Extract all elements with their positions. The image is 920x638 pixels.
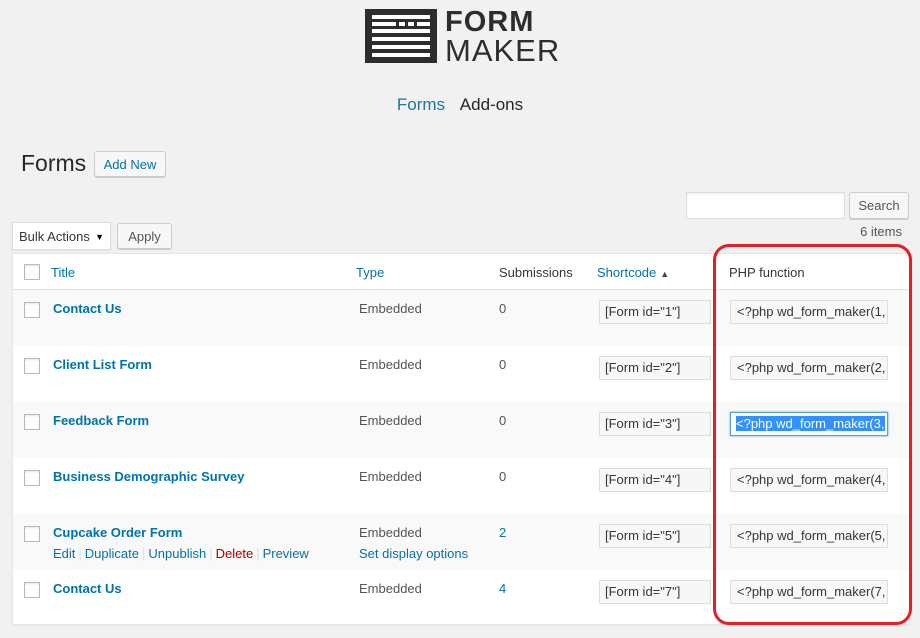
column-submissions: Submissions <box>499 265 573 280</box>
search-button[interactable]: Search <box>849 192 909 219</box>
form-maker-logo: FORM MAKER <box>365 6 565 68</box>
table-header: Title Type Submissions Shortcode ▲ PHP fu… <box>13 254 909 290</box>
form-title-link[interactable]: Client List Form <box>53 357 152 372</box>
shortcode-field[interactable]: [Form id="5"] <box>599 524 711 548</box>
submissions-link[interactable]: 2 <box>499 525 506 540</box>
row-checkbox[interactable] <box>24 470 40 486</box>
table-row: Contact Us Embedded 4 [Form id="7"] <?ph… <box>13 570 909 626</box>
caret-down-icon: ▼ <box>95 232 104 242</box>
row-checkbox[interactable] <box>24 358 40 374</box>
preview-link[interactable]: Preview <box>263 546 309 561</box>
apply-button[interactable]: Apply <box>117 223 172 249</box>
php-function-field[interactable]: <?php wd_form_maker(1, <box>730 300 888 324</box>
delete-link[interactable]: Delete <box>216 546 254 561</box>
form-title-link[interactable]: Contact Us <box>53 301 122 316</box>
separator: | <box>256 546 260 561</box>
set-display-options-link[interactable]: Set display options <box>359 546 468 561</box>
form-type: Embedded <box>359 301 422 316</box>
form-title-link[interactable]: Business Demographic Survey <box>53 469 244 484</box>
php-function-field[interactable]: <?php wd_form_maker(2, <box>730 356 888 380</box>
column-type[interactable]: Type <box>356 265 384 280</box>
submissions-count: 0 <box>499 469 507 484</box>
submissions-count: 0 <box>499 413 507 428</box>
shortcode-field[interactable]: [Form id="3"] <box>599 412 711 436</box>
shortcode-field[interactable]: [Form id="1"] <box>599 300 711 324</box>
submissions-count: 0 <box>499 301 507 316</box>
form-title-link[interactable]: Cupcake Order Form <box>53 525 182 540</box>
shortcode-field[interactable]: [Form id="4"] <box>599 468 711 492</box>
nav-forms[interactable]: Forms <box>397 95 445 115</box>
submissions-count: 0 <box>499 357 507 372</box>
row-checkbox[interactable] <box>24 526 40 542</box>
nav-addons[interactable]: Add-ons <box>460 95 523 115</box>
items-count: 6 items <box>860 224 902 239</box>
form-type: Embedded <box>359 525 422 540</box>
php-function-field[interactable]: <?php wd_form_maker(5, <box>730 524 888 548</box>
separator: | <box>209 546 213 561</box>
column-title[interactable]: Title <box>51 265 75 280</box>
row-actions: Edit | Duplicate | Unpublish | Delete | Preview <box>53 546 309 561</box>
bulk-actions-select[interactable]: Bulk Actions ▼ <box>12 222 111 250</box>
search-input[interactable] <box>686 192 845 219</box>
triangle-up-icon: ▲ <box>660 269 670 279</box>
form-type: Embedded <box>359 469 422 484</box>
column-php-function: PHP function <box>729 265 805 280</box>
row-checkbox[interactable] <box>24 302 40 318</box>
table-row: Client List Form Embedded 0 [Form id="2"… <box>13 346 909 402</box>
shortcode-field[interactable]: [Form id="2"] <box>599 356 711 380</box>
top-nav: Forms Add-ons <box>0 95 920 115</box>
unpublish-link[interactable]: Unpublish <box>148 546 206 561</box>
bulk-actions-label: Bulk Actions <box>19 228 90 244</box>
table-row: Business Demographic Survey Embedded 0 [… <box>13 458 909 514</box>
edit-link[interactable]: Edit <box>53 546 75 561</box>
php-function-field[interactable]: <?php wd_form_maker(4, <box>730 468 888 492</box>
php-function-field[interactable]: <?php wd_form_maker(7, <box>730 580 888 604</box>
separator: | <box>142 546 146 561</box>
add-new-button[interactable]: Add New <box>94 151 166 177</box>
form-type: Embedded <box>359 357 422 372</box>
column-shortcode[interactable]: Shortcode ▲ <box>597 265 669 280</box>
select-all-checkbox[interactable] <box>24 264 40 280</box>
separator: | <box>78 546 82 561</box>
logo-word-maker: MAKER <box>445 33 561 68</box>
form-maker-logo-icon <box>365 9 437 63</box>
shortcode-field[interactable]: [Form id="7"] <box>599 580 711 604</box>
table-row: Contact Us Embedded 0 [Form id="1"] <?ph… <box>13 290 909 346</box>
form-type: Embedded <box>359 413 422 428</box>
form-type: Embedded <box>359 581 422 596</box>
column-shortcode-label: Shortcode <box>597 265 657 280</box>
forms-table: Title Type Submissions Shortcode ▲ PHP fu… <box>12 253 910 625</box>
duplicate-link[interactable]: Duplicate <box>85 546 139 561</box>
table-row: Feedback Form Embedded 0 [Form id="3"] <… <box>13 402 909 458</box>
form-title-link[interactable]: Feedback Form <box>53 413 149 428</box>
row-checkbox[interactable] <box>24 582 40 598</box>
row-checkbox[interactable] <box>24 414 40 430</box>
php-function-field-selected[interactable]: <?php wd_form_maker(3, <box>730 412 888 436</box>
submissions-link[interactable]: 4 <box>499 581 506 596</box>
selected-text: <?php wd_form_maker(3, <box>736 416 885 431</box>
form-title-link[interactable]: Contact Us <box>53 581 122 596</box>
page-title: Forms <box>21 150 87 176</box>
table-row: Cupcake Order Form Embedded 2 [Form id="… <box>13 514 909 570</box>
